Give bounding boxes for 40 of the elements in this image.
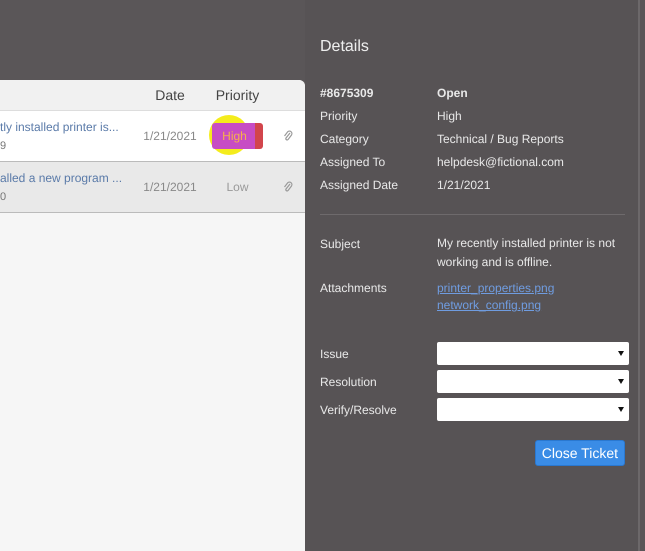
caret-icon [618, 351, 624, 356]
field-label: Issue [320, 346, 350, 360]
ticket-number: 9 [0, 140, 8, 152]
ticket-status: Open [437, 86, 469, 100]
panel-title: Details [320, 38, 370, 56]
ticket-id: #8675309 [320, 86, 374, 100]
field-value: Technical / Bug Reports [437, 132, 565, 146]
subject-text: My recently installed printer is not working and is offline. [437, 235, 616, 271]
attachment-link[interactable]: network_config.png [437, 298, 628, 312]
column-header[interactable]: Date [135, 87, 205, 103]
dropdown-field[interactable] [437, 342, 629, 365]
column-header[interactable]: Priority [205, 87, 270, 103]
ticket-number: 0 [0, 191, 8, 203]
dropdown-field[interactable] [437, 398, 629, 421]
field-label: Assigned Date [320, 178, 400, 192]
dropdown-field[interactable] [437, 370, 629, 393]
field-label: Category [320, 132, 370, 146]
attachment-link[interactable]: printer_properties.png [437, 281, 628, 295]
caret-icon [618, 407, 624, 412]
field-value: helpdesk@fictional.com [437, 155, 565, 169]
caret-icon [618, 379, 624, 384]
field-label: Resolution [320, 374, 378, 388]
ticket-row[interactable]: alled a new program ... 0 1/21/2021 Low [0, 162, 305, 213]
ticket-date: 1/21/2021 [142, 129, 198, 143]
field-label: Priority [320, 109, 358, 123]
close-ticket-button[interactable]: Close Ticket [534, 440, 625, 466]
paperclip-icon [282, 181, 292, 193]
field-label: Attachments [320, 281, 388, 295]
field-value: 1/21/2021 [437, 178, 492, 192]
paperclip-icon [282, 130, 292, 142]
field-label: Assigned To [320, 155, 386, 169]
ticket-subject: tly installed printer is... [0, 120, 120, 134]
ticket-date: 1/21/2021 [142, 180, 198, 194]
field-label: Verify/Resolve [320, 402, 398, 416]
field-label: Subject [320, 237, 362, 251]
field-value: High [437, 109, 463, 123]
ticket-row[interactable]: tly installed printer is... 9 1/21/2021 High [0, 111, 305, 162]
priority-badge[interactable]: High [212, 123, 263, 149]
ticket-subject: alled a new program ... [0, 171, 124, 185]
priority-text: Low [226, 180, 248, 194]
